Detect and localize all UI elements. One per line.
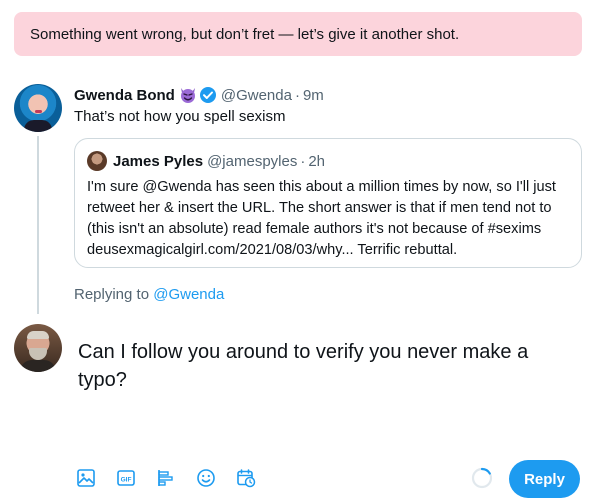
quote-author-handle: @jamespyles <box>207 152 298 170</box>
quote-text: I'm sure @Gwenda has seen this about a m… <box>87 179 556 258</box>
replying-to-mention[interactable]: @Gwenda <box>153 286 224 303</box>
quote-tweet-card[interactable]: James Pyles @jamespyles · 2h I'm sure @G… <box>74 138 582 268</box>
quote-separator-dot: · <box>300 152 306 170</box>
thread-line <box>37 136 39 314</box>
quote-time: 2h <box>308 152 326 170</box>
smiling-devil-emoji-icon <box>179 86 197 104</box>
avatar-james-pyles <box>87 151 107 171</box>
author-name[interactable]: Gwenda Bond <box>74 87 175 104</box>
tweet-header: Gwenda Bond @Gwenda · 9m <box>74 86 324 104</box>
poll-icon[interactable] <box>154 466 178 490</box>
avatar-gwenda[interactable] <box>14 84 62 132</box>
tweet-time[interactable]: 9m <box>303 87 324 104</box>
verified-badge-icon <box>199 86 217 104</box>
gif-icon[interactable]: GIF <box>114 466 138 490</box>
avatar-current-user[interactable] <box>14 324 62 372</box>
reply-button[interactable]: Reply <box>509 460 580 498</box>
error-banner: Something went wrong, but don’t fret — l… <box>14 12 582 56</box>
separator-dot: · <box>294 86 300 104</box>
composer-toolbar: GIF <box>74 466 274 490</box>
error-message: Something went wrong, but don’t fret — l… <box>30 25 460 43</box>
character-count-progress <box>471 467 493 489</box>
tweet-text: That’s not how you spell sexism <box>74 108 286 125</box>
schedule-icon[interactable] <box>234 466 258 490</box>
replying-to: Replying to @Gwenda <box>74 286 224 303</box>
replying-to-label: Replying to <box>74 286 150 303</box>
quote-author-name: James Pyles <box>113 152 204 170</box>
author-handle[interactable]: @Gwenda <box>221 87 292 104</box>
emoji-icon[interactable] <box>194 466 218 490</box>
media-icon[interactable] <box>74 466 98 490</box>
quote-header: James Pyles @jamespyles · 2h <box>87 151 325 171</box>
reply-textarea[interactable]: Can I follow you around to verify you ne… <box>78 338 558 394</box>
svg-text:GIF: GIF <box>121 477 132 484</box>
